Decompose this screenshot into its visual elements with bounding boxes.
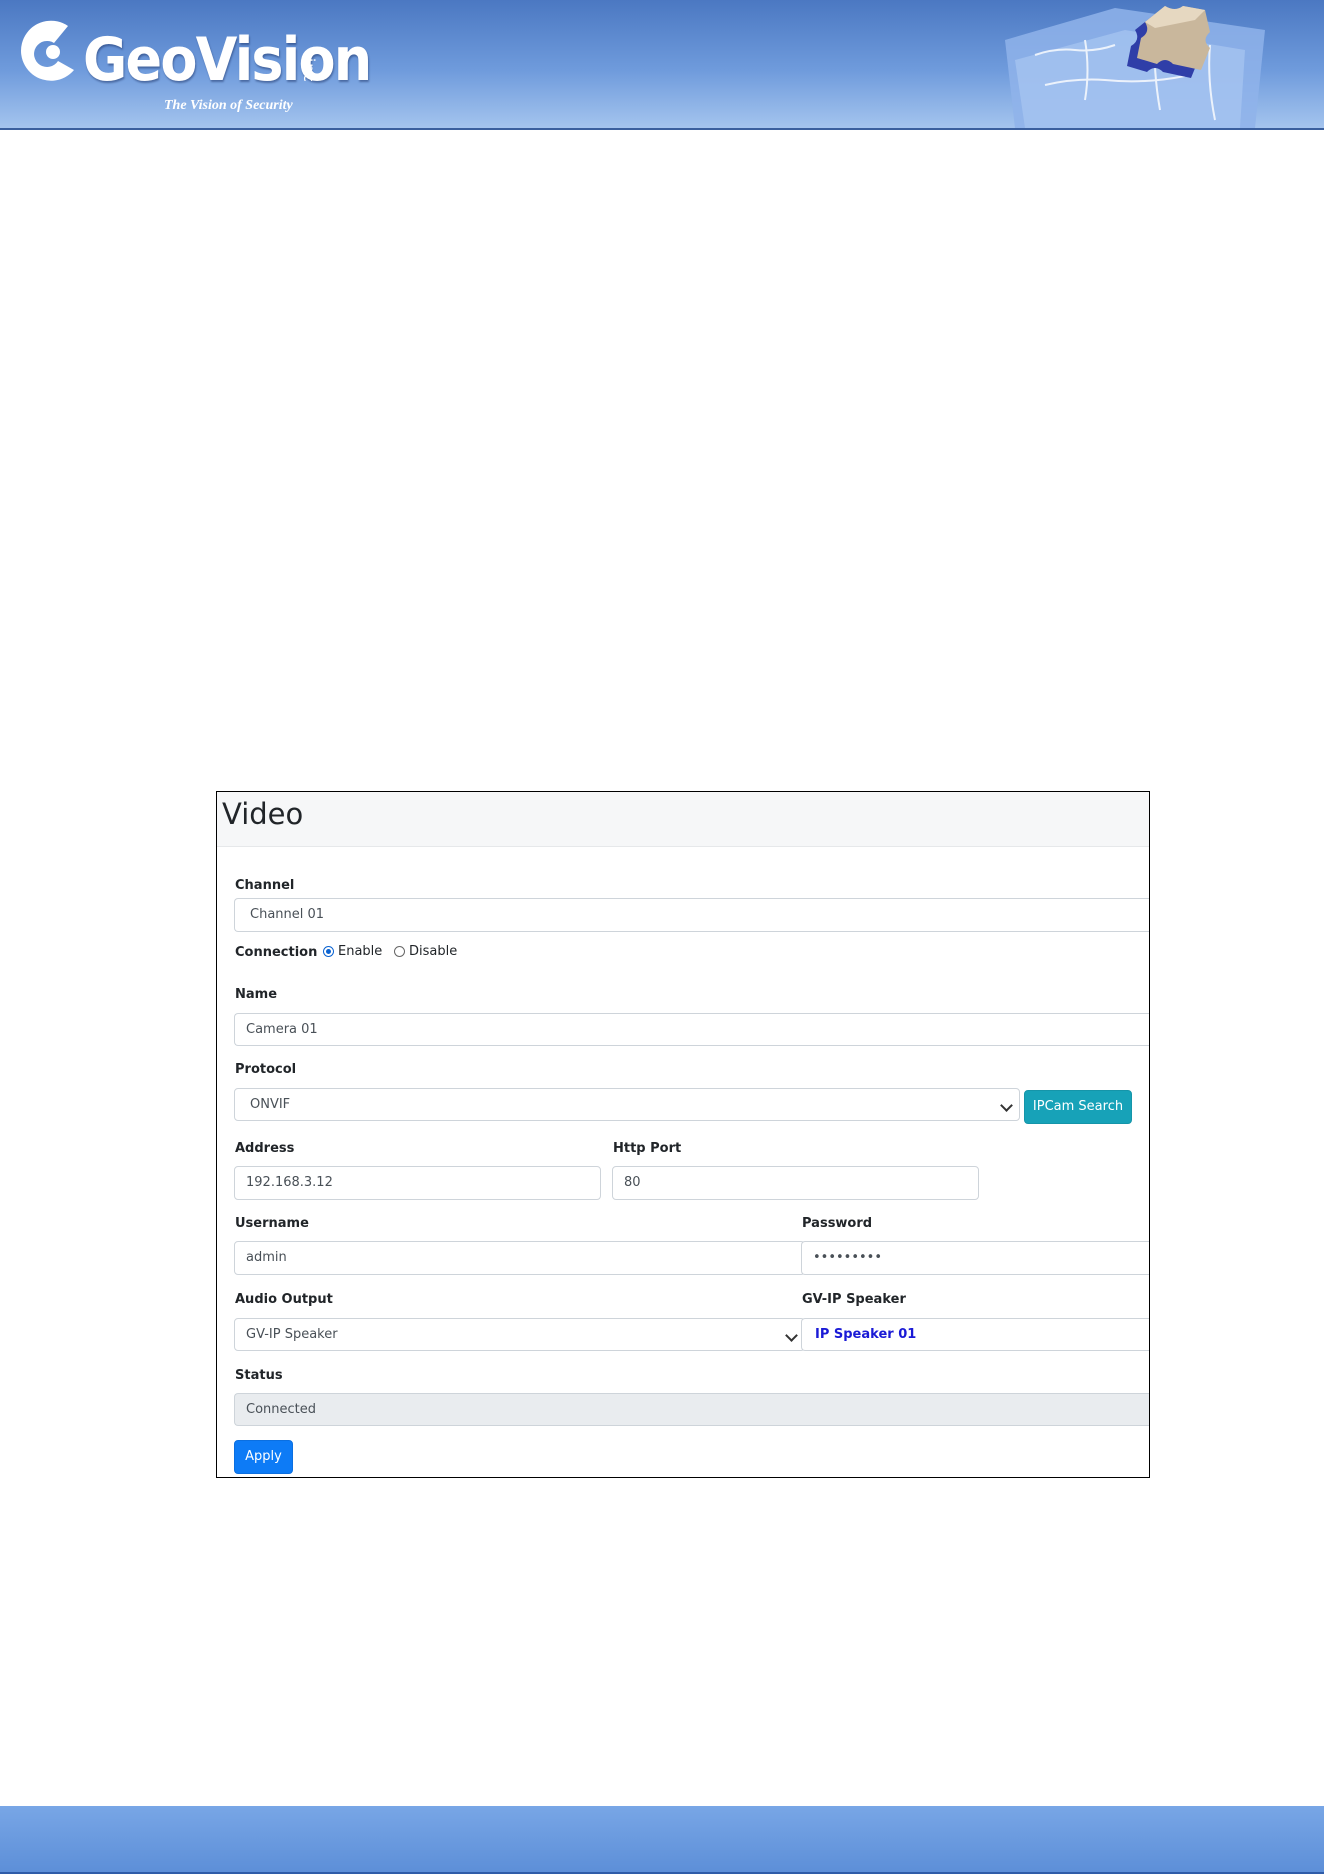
channel-label: Channel xyxy=(235,878,295,893)
status-value: Connected xyxy=(246,1402,317,1417)
username-input[interactable]: admin xyxy=(234,1241,805,1275)
protocol-value: ONVIF xyxy=(250,1097,291,1112)
panel-title: Video xyxy=(222,797,304,831)
connection-enable-radio[interactable] xyxy=(323,946,334,957)
address-value: 192.168.3.12 xyxy=(246,1175,333,1190)
status-field: Connected xyxy=(234,1393,1149,1426)
password-input[interactable]: ••••••••• xyxy=(801,1241,1149,1275)
gv-ip-speaker-label: GV-IP Speaker xyxy=(802,1292,906,1307)
address-input[interactable]: 192.168.3.12 xyxy=(234,1166,601,1200)
connection-label: Connection xyxy=(235,945,318,960)
connection-disable-label: Disable xyxy=(409,944,458,959)
channel-select[interactable]: Channel 01 xyxy=(234,898,1149,932)
address-label: Address xyxy=(235,1141,295,1156)
brand-name: GeoVision xyxy=(83,25,372,95)
audio-output-value: GV-IP Speaker xyxy=(246,1327,338,1342)
gv-ip-speaker-select[interactable]: IP Speaker 01 xyxy=(801,1318,1149,1351)
name-value: Camera 01 xyxy=(246,1022,318,1037)
protocol-select[interactable]: ONVIF xyxy=(234,1088,1020,1121)
channel-value: Channel 01 xyxy=(250,907,325,922)
chevron-down-icon xyxy=(785,1329,798,1342)
footer-bar xyxy=(0,1806,1324,1874)
gv-ip-speaker-value: IP Speaker 01 xyxy=(815,1327,917,1342)
username-label: Username xyxy=(235,1216,309,1231)
header-banner: GeoVision inc The Vision of Security xyxy=(0,0,1324,130)
connection-disable-radio[interactable] xyxy=(394,946,405,957)
http-port-value: 80 xyxy=(624,1175,641,1190)
panel-header: Video xyxy=(217,792,1149,847)
puzzle-icon xyxy=(1005,6,1265,128)
chevron-down-icon xyxy=(1000,1099,1013,1112)
http-port-input[interactable]: 80 xyxy=(612,1166,979,1200)
ipcam-search-button[interactable]: IPCam Search xyxy=(1024,1090,1132,1124)
name-label: Name xyxy=(235,987,278,1002)
username-value: admin xyxy=(246,1250,287,1265)
protocol-label: Protocol xyxy=(235,1062,297,1077)
video-settings-panel: Video Channel Channel 01 Connection Enab… xyxy=(216,791,1150,1478)
status-label: Status xyxy=(235,1368,283,1383)
audio-output-select[interactable]: GV-IP Speaker xyxy=(234,1318,805,1351)
audio-output-label: Audio Output xyxy=(235,1292,333,1307)
password-label: Password xyxy=(802,1216,873,1231)
brand-inc: inc xyxy=(300,58,318,83)
brand-tagline: The Vision of Security xyxy=(164,98,293,113)
apply-button[interactable]: Apply xyxy=(234,1440,293,1474)
connection-enable-label: Enable xyxy=(338,944,383,959)
name-input[interactable]: Camera 01 xyxy=(234,1013,1149,1046)
password-value: ••••••••• xyxy=(813,1250,883,1265)
http-port-label: Http Port xyxy=(613,1141,682,1156)
